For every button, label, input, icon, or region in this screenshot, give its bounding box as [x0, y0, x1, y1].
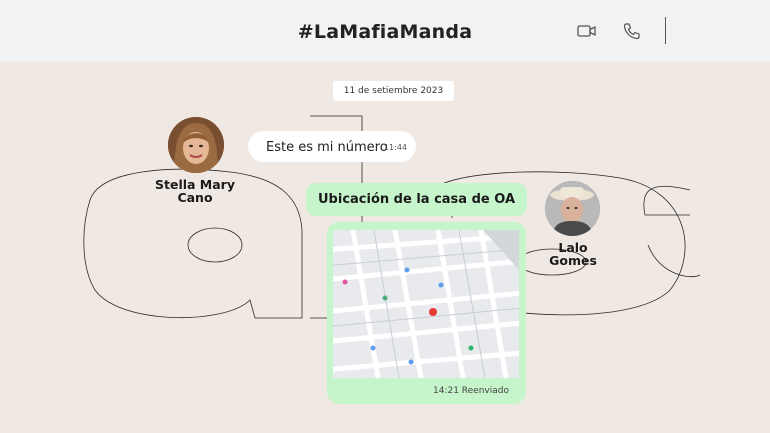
avatar-stella[interactable] — [168, 117, 224, 173]
phone-icon[interactable] — [621, 20, 647, 44]
chat-header: #LaMafiaManda — [0, 0, 770, 62]
message-time: 11:44 — [383, 143, 407, 152]
message-text: Ubicación de la casa de OA — [318, 192, 515, 207]
chat-title: #LaMafiaManda — [297, 21, 473, 43]
avatar-lalo[interactable] — [545, 181, 600, 236]
location-message[interactable]: 14:21 Reenviado — [327, 222, 526, 404]
message-bubble-incoming[interactable]: Este es mi número 11:44 — [248, 131, 416, 162]
date-separator: 11 de setiembre 2023 — [333, 81, 454, 101]
participant-name-stella: Stella Mary Cano — [155, 177, 235, 205]
message-text: Este es mi número — [266, 140, 388, 155]
message-time-forwarded: 14:21 Reenviado — [433, 386, 509, 396]
video-call-icon[interactable] — [576, 20, 602, 44]
message-bubble-outgoing[interactable]: Ubicación de la casa de OA — [306, 183, 527, 216]
participant-name-lalo: Lalo Gomes — [549, 240, 597, 268]
header-divider — [665, 17, 666, 44]
map-preview[interactable] — [333, 230, 519, 378]
